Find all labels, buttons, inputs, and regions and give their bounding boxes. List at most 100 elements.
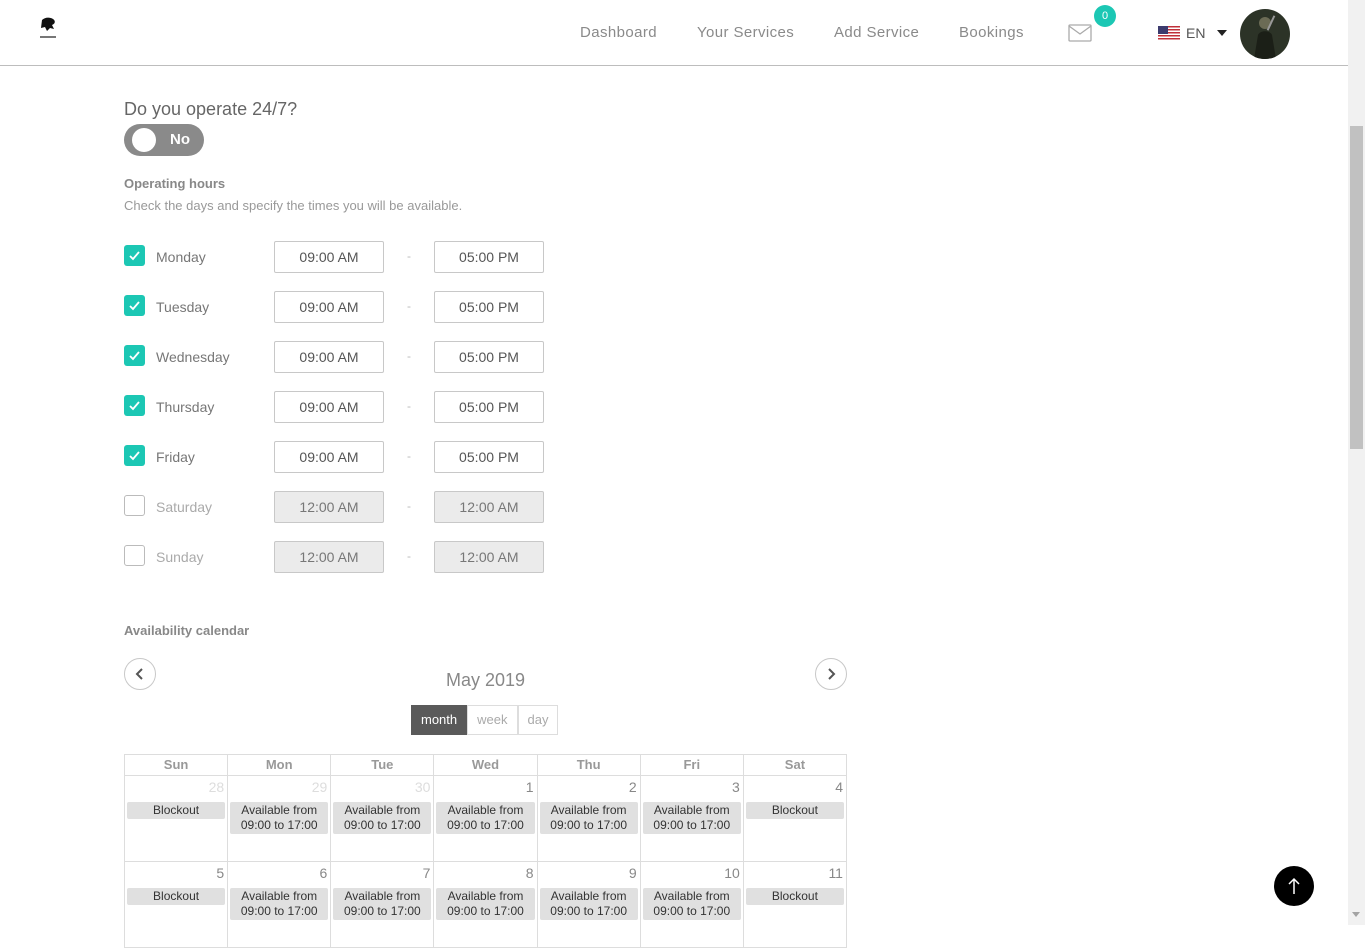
calendar-day-cell[interactable]: 6 Available from 09:00 to 17:00 (227, 862, 331, 948)
calendar-event[interactable]: Available from 09:00 to 17:00 (333, 802, 432, 834)
operating-day-row: Sunday 12:00 AM - 12:00 AM (124, 541, 554, 573)
time-separator: - (407, 499, 411, 513)
end-time-input[interactable]: 05:00 PM (434, 291, 544, 323)
end-time-input[interactable]: 05:00 PM (434, 391, 544, 423)
calendar-event[interactable]: Available from 09:00 to 17:00 (539, 888, 638, 920)
scroll-down-icon[interactable] (1352, 912, 1360, 917)
weekday-header-cell: Fri (639, 754, 743, 776)
calendar-week-row: 28 Blockout 29 Available from 09:00 to 17:00… (124, 776, 847, 862)
calendar-event[interactable]: Blockout (127, 888, 226, 905)
start-time-input[interactable]: 09:00 AM (274, 341, 384, 373)
calendar-day-cell[interactable]: 10 Available from 09:00 to 17:00 (639, 862, 743, 948)
nav-bookings[interactable]: Bookings (959, 24, 1024, 41)
calendar-week-row: 5 Blockout 6 Available from 09:00 to 17:00 7 A… (124, 862, 847, 948)
day-checkbox[interactable] (124, 495, 145, 516)
day-checkbox[interactable] (124, 395, 145, 416)
time-separator: - (407, 399, 411, 413)
mail-icon[interactable] (1068, 24, 1092, 42)
start-time-input[interactable]: 09:00 AM (274, 391, 384, 423)
start-time-input[interactable]: 09:00 AM (274, 441, 384, 473)
day-label: Wednesday (156, 349, 230, 365)
top-navbar: Dashboard Your Services Add Service Book… (0, 0, 1348, 66)
day-label: Tuesday (156, 299, 210, 315)
nav-add-service[interactable]: Add Service (834, 24, 919, 41)
calendar-event[interactable]: Available from 09:00 to 17:00 (642, 802, 741, 834)
calendar-event[interactable]: Available from 09:00 to 17:00 (333, 888, 432, 920)
calendar-day-cell[interactable]: 5 Blockout (124, 862, 228, 948)
nav-dashboard[interactable]: Dashboard (580, 24, 657, 41)
calendar-event[interactable]: Available from 09:00 to 17:00 (642, 888, 741, 920)
calendar-day-number: 11 (828, 865, 843, 881)
end-time-input[interactable]: 05:00 PM (434, 241, 544, 273)
calendar-day-cell[interactable]: 9 Available from 09:00 to 17:00 (536, 862, 640, 948)
operate-24-7-toggle[interactable]: No (124, 124, 204, 156)
calendar-event[interactable]: Available from 09:00 to 17:00 (539, 802, 638, 834)
calendar-day-cell[interactable]: 11 Blockout (742, 862, 847, 948)
language-code: EN (1186, 25, 1206, 41)
calendar-event[interactable]: Blockout (127, 802, 226, 819)
start-time-input[interactable]: 12:00 AM (274, 541, 384, 573)
calendar-day-number: 5 (216, 865, 225, 881)
weekday-header-cell: Thu (536, 754, 640, 776)
calendar-event[interactable]: Available from 09:00 to 17:00 (436, 802, 535, 834)
day-label: Sunday (156, 549, 204, 565)
calendar-event[interactable]: Blockout (745, 888, 844, 905)
availability-calendar-title: Availability calendar (124, 623, 250, 638)
day-checkbox[interactable] (124, 245, 145, 266)
calendar-day-cell[interactable]: 4 Blockout (742, 776, 847, 862)
calendar-day-number: 29 (311, 779, 328, 795)
day-label: Saturday (156, 499, 213, 515)
calendar-view-switcher: month week day (411, 705, 559, 735)
scrollbar-thumb[interactable] (1350, 126, 1363, 449)
arrow-up-icon (1288, 877, 1300, 894)
view-week-button[interactable]: week (467, 705, 518, 735)
calendar-event[interactable]: Blockout (745, 802, 844, 819)
checkmark-icon (129, 301, 140, 311)
calendar-day-cell[interactable]: 1 Available from 09:00 to 17:00 (433, 776, 537, 862)
end-time-input[interactable]: 12:00 AM (434, 541, 544, 573)
day-checkbox[interactable] (124, 295, 145, 316)
day-checkbox[interactable] (124, 545, 145, 566)
calendar-day-cell[interactable]: 8 Available from 09:00 to 17:00 (433, 862, 537, 948)
calendar-day-cell[interactable]: 29 Available from 09:00 to 17:00 (227, 776, 331, 862)
avatar[interactable] (1240, 9, 1290, 59)
view-month-button[interactable]: month (411, 705, 468, 735)
caret-down-icon (1217, 30, 1228, 36)
operating-day-row: Thursday 09:00 AM - 05:00 PM (124, 391, 554, 423)
toggle-knob (132, 128, 156, 152)
end-time-input[interactable]: 12:00 AM (434, 491, 544, 523)
calendar-day-cell[interactable]: 28 Blockout (124, 776, 228, 862)
checkmark-icon (129, 451, 140, 461)
operating-day-row: Tuesday 09:00 AM - 05:00 PM (124, 291, 554, 323)
operating-hours-title: Operating hours (124, 176, 226, 191)
toggle-label: No (170, 131, 190, 148)
back-to-top-button[interactable] (1274, 866, 1314, 906)
page-scrollbar[interactable] (1348, 0, 1365, 925)
calendar-day-cell[interactable]: 3 Available from 09:00 to 17:00 (639, 776, 743, 862)
calendar-day-number: 1 (525, 779, 534, 795)
day-label: Monday (156, 249, 206, 265)
end-time-input[interactable]: 05:00 PM (434, 441, 544, 473)
calendar-day-cell[interactable]: 30 Available from 09:00 to 17:00 (330, 776, 434, 862)
calendar-event[interactable]: Available from 09:00 to 17:00 (230, 802, 329, 834)
day-checkbox[interactable] (124, 445, 145, 466)
operating-day-row: Saturday 12:00 AM - 12:00 AM (124, 491, 554, 523)
start-time-input[interactable]: 09:00 AM (274, 241, 384, 273)
calendar-event[interactable]: Available from 09:00 to 17:00 (230, 888, 329, 920)
calendar-day-cell[interactable]: 7 Available from 09:00 to 17:00 (330, 862, 434, 948)
calendar-event[interactable]: Available from 09:00 to 17:00 (436, 888, 535, 920)
day-checkbox[interactable] (124, 345, 145, 366)
calendar-day-cell[interactable]: 2 Available from 09:00 to 17:00 (536, 776, 640, 862)
time-separator: - (407, 249, 411, 263)
calendar-day-number: 2 (628, 779, 637, 795)
calendar-day-number: 6 (319, 865, 328, 881)
weekday-header-cell: Sun (124, 754, 228, 776)
start-time-input[interactable]: 12:00 AM (274, 491, 384, 523)
view-day-button[interactable]: day (517, 705, 559, 735)
logo[interactable] (36, 16, 60, 42)
start-time-input[interactable]: 09:00 AM (274, 291, 384, 323)
nav-your-services[interactable]: Your Services (697, 24, 794, 41)
calendar-month-title: May 2019 (445, 670, 526, 690)
end-time-input[interactable]: 05:00 PM (434, 341, 544, 373)
language-selector[interactable]: EN (1158, 23, 1228, 43)
